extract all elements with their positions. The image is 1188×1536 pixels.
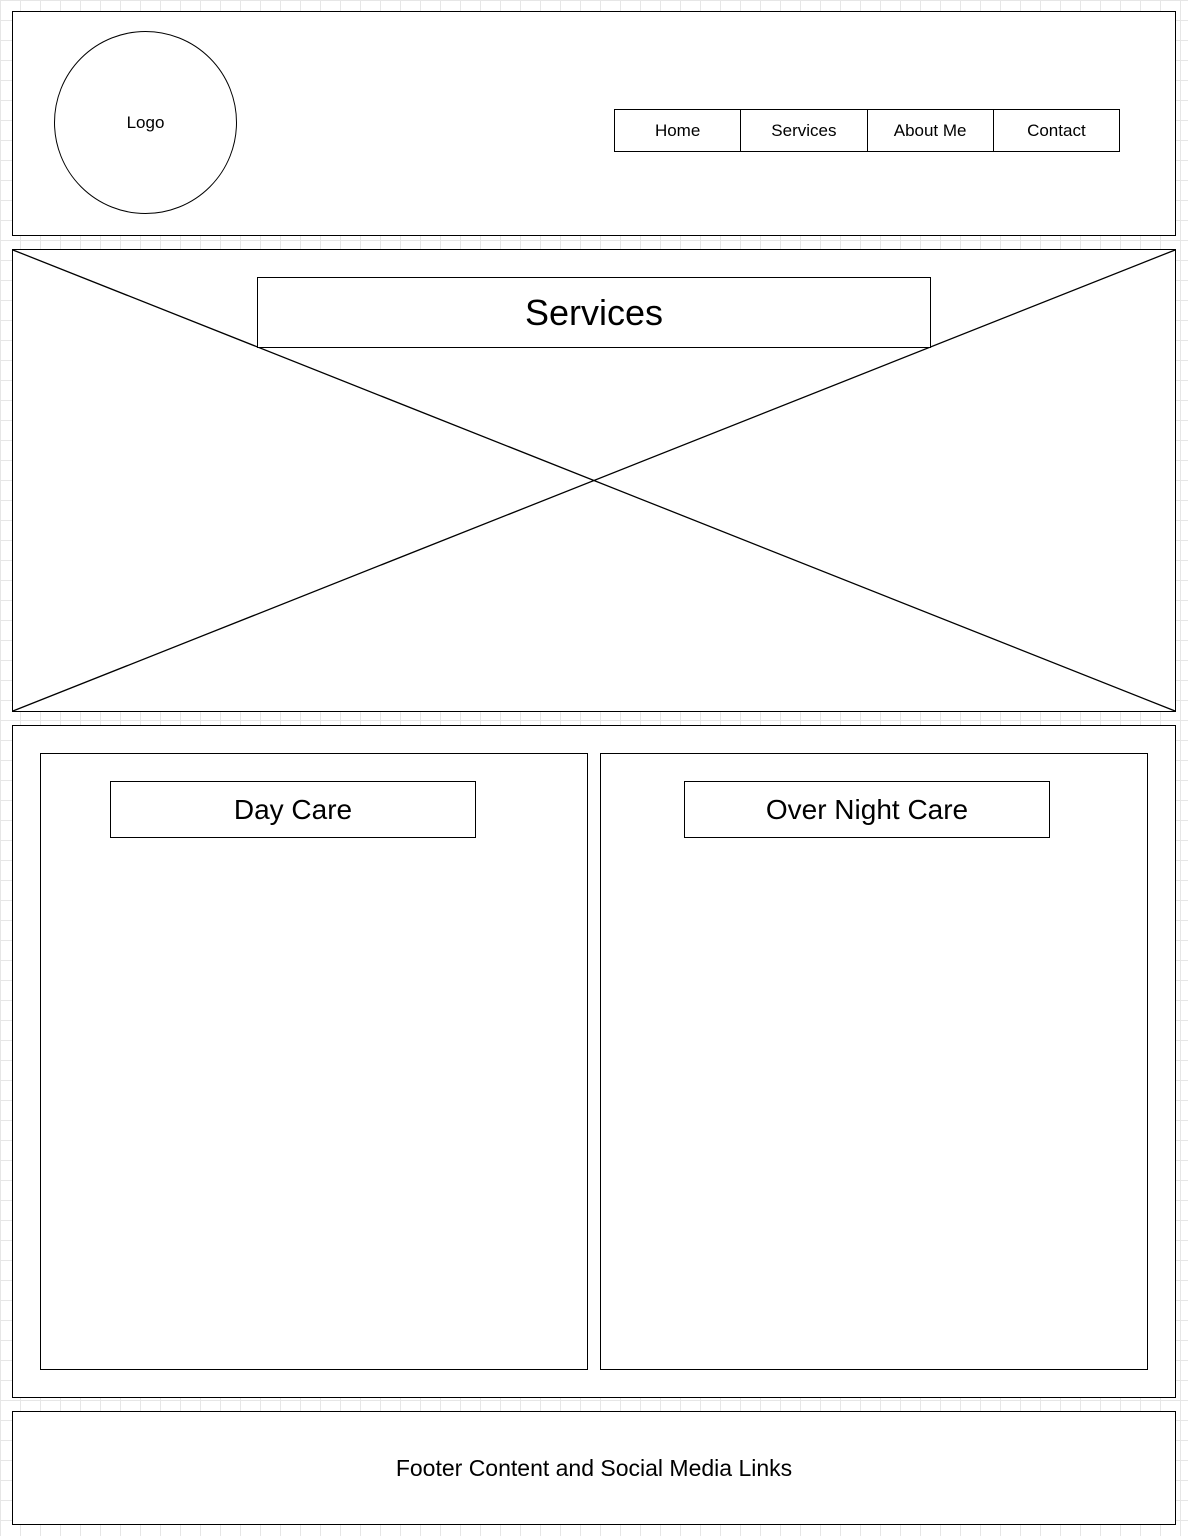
service-card-title: Over Night Care: [684, 781, 1050, 838]
nav-bar: Home Services About Me Contact: [614, 109, 1120, 152]
nav-item-home[interactable]: Home: [615, 110, 742, 151]
logo[interactable]: Logo: [54, 31, 237, 214]
footer-text: Footer Content and Social Media Links: [395, 1454, 793, 1481]
service-card-day-care: [40, 753, 588, 1370]
footer: Footer Content and Social Media Links: [12, 1411, 1176, 1525]
nav-item-contact[interactable]: Contact: [994, 110, 1119, 151]
logo-label: Logo: [126, 112, 165, 132]
nav-item-about-me[interactable]: About Me: [868, 110, 994, 151]
service-card-title: Day Care: [110, 781, 476, 838]
hero-title: Services: [257, 277, 931, 348]
service-card-over-night-care: [600, 753, 1148, 1370]
nav-item-services[interactable]: Services: [741, 110, 868, 151]
